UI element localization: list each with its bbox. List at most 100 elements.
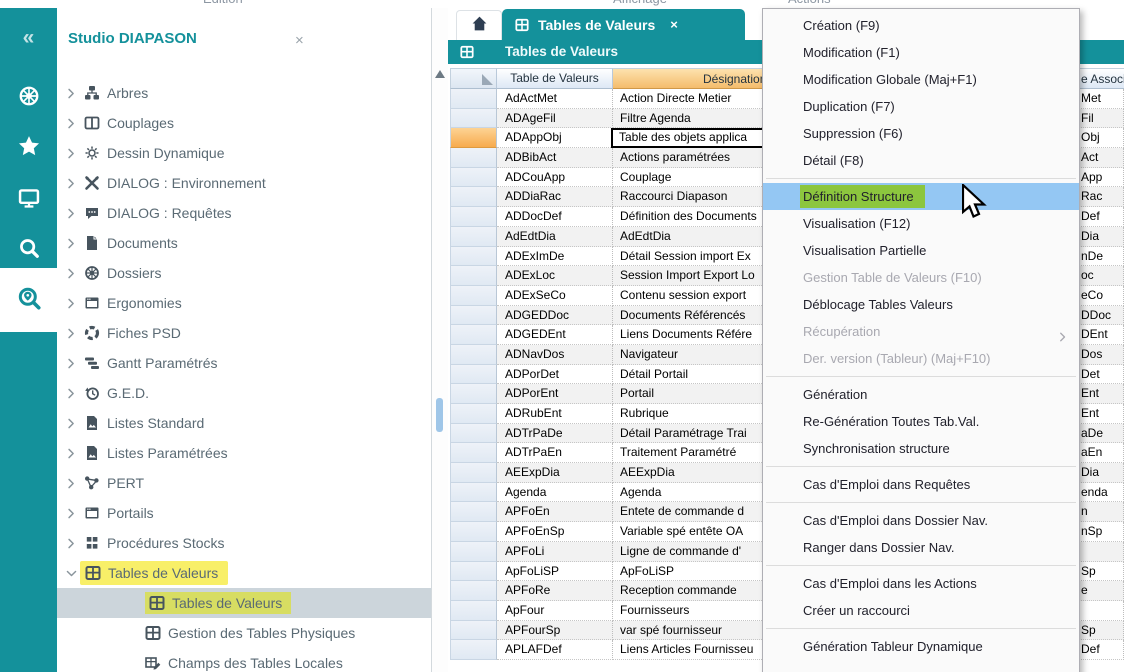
- row-selector[interactable]: [450, 109, 497, 129]
- cell-table-de-valeurs[interactable]: ApFour: [497, 601, 613, 621]
- row-selector[interactable]: [450, 404, 497, 424]
- row-selector[interactable]: [450, 266, 497, 286]
- chevron-right-icon[interactable]: [65, 237, 78, 250]
- menu-item-modification-f1-[interactable]: Modification (F1): [763, 39, 1079, 66]
- tree-item-portails[interactable]: Portails: [57, 498, 431, 528]
- menubar-item-actions[interactable]: Actions: [788, 0, 831, 6]
- row-selector[interactable]: [450, 306, 497, 326]
- cell-table-de-valeurs[interactable]: ADExLoc: [497, 266, 613, 286]
- cell-table-de-valeurs[interactable]: ADNavDos: [497, 345, 613, 365]
- menubar-item-edition[interactable]: Edition: [203, 0, 243, 6]
- chevron-right-icon[interactable]: [65, 87, 78, 100]
- tree-item-documents[interactable]: Documents: [57, 228, 431, 258]
- menu-item-cr-ation-f9-[interactable]: Création (F9): [763, 12, 1079, 39]
- menu-item-re-g-n-ration-toutes-tab-val-[interactable]: Re-Génération Toutes Tab.Val.: [763, 408, 1079, 435]
- menu-item-cas-d-emploi-dans-dossier-nav-[interactable]: Cas d'Emploi dans Dossier Nav.: [763, 507, 1079, 534]
- row-selector[interactable]: [450, 286, 497, 306]
- row-selector[interactable]: [450, 148, 497, 168]
- cell-table-de-valeurs[interactable]: ADGEDDoc: [497, 306, 613, 326]
- activity-active-tile[interactable]: [0, 268, 57, 332]
- row-selector[interactable]: [450, 463, 497, 483]
- row-selector[interactable]: [450, 424, 497, 444]
- tree-item-gantt-param-tr-s[interactable]: Gantt Paramétrés: [57, 348, 431, 378]
- tree-item-tables-de-valeurs[interactable]: Tables de Valeurs: [57, 588, 431, 618]
- chevron-right-icon[interactable]: [65, 267, 78, 280]
- chevron-right-icon[interactable]: [65, 387, 78, 400]
- cell-table-de-valeurs[interactable]: ADTrPaDe: [497, 424, 613, 444]
- menu-item-d-blocage-tables-valeurs[interactable]: Déblocage Tables Valeurs: [763, 291, 1079, 318]
- menu-item-ranger-dans-dossier-nav-[interactable]: Ranger dans Dossier Nav.: [763, 534, 1079, 561]
- cell-table-de-valeurs[interactable]: ADExImDe: [497, 247, 613, 267]
- cell-table-de-valeurs[interactable]: AEExpDia: [497, 463, 613, 483]
- row-selector[interactable]: [450, 522, 497, 542]
- menu-item-synchronisation-structure[interactable]: Synchronisation structure: [763, 435, 1079, 462]
- chevron-right-icon[interactable]: [65, 147, 78, 160]
- tree-item-tables-de-valeurs[interactable]: Tables de Valeurs: [57, 558, 431, 588]
- chevron-right-icon[interactable]: [65, 357, 78, 370]
- star-icon[interactable]: [0, 134, 57, 158]
- cell-table-de-valeurs[interactable]: APFoLi: [497, 542, 613, 562]
- row-selector[interactable]: [450, 443, 497, 463]
- cell-table-de-valeurs[interactable]: ADAppObj: [497, 128, 613, 148]
- search-icon[interactable]: [0, 236, 57, 260]
- row-selector[interactable]: [450, 483, 497, 503]
- cell-table-de-valeurs[interactable]: AdEdtDia: [497, 227, 613, 247]
- menubar-item-affichage[interactable]: Affichage: [613, 0, 667, 6]
- cell-table-de-valeurs[interactable]: Agenda: [497, 483, 613, 503]
- cell-table-de-valeurs[interactable]: ADDocDef: [497, 207, 613, 227]
- row-selector-selected[interactable]: [450, 128, 497, 148]
- column-header-table-de-valeurs[interactable]: Table de Valeurs: [497, 68, 613, 89]
- wheel-icon[interactable]: [0, 84, 57, 108]
- menu-item-visualisation-f12-[interactable]: Visualisation (F12): [763, 210, 1079, 237]
- row-selector[interactable]: [450, 168, 497, 188]
- chevron-right-icon[interactable]: [65, 447, 78, 460]
- cell-table-de-valeurs[interactable]: APFoEn: [497, 502, 613, 522]
- cell-table-de-valeurs[interactable]: ADCouApp: [497, 168, 613, 188]
- cell-table-de-valeurs[interactable]: ADGEDEnt: [497, 325, 613, 345]
- cell-table-de-valeurs[interactable]: ADDiaRac: [497, 187, 613, 207]
- select-all-header[interactable]: [450, 68, 497, 89]
- cell-table-de-valeurs[interactable]: APFourSp: [497, 621, 613, 641]
- tree-item-dossiers[interactable]: Dossiers: [57, 258, 431, 288]
- tree-item-listes-param-tr-es[interactable]: Listes Paramétrées: [57, 438, 431, 468]
- close-panel-button[interactable]: ×: [295, 32, 304, 49]
- cell-table-de-valeurs[interactable]: APLAFDef: [497, 640, 613, 660]
- cell-table-de-valeurs[interactable]: ADPorEnt: [497, 384, 613, 404]
- menu-item-modification-globale-maj-f1-[interactable]: Modification Globale (Maj+F1): [763, 66, 1079, 93]
- tab-home[interactable]: [456, 10, 502, 41]
- menu-item-cas-d-emploi-dans-les-actions[interactable]: Cas d'Emploi dans les Actions: [763, 570, 1079, 597]
- chevron-right-icon[interactable]: [65, 207, 78, 220]
- menu-item-cr-er-un-raccourci[interactable]: Créer un raccourci: [763, 597, 1079, 624]
- cell-table-de-valeurs[interactable]: ADAgeFil: [497, 109, 613, 129]
- monitor-icon[interactable]: [0, 186, 57, 210]
- cell-table-de-valeurs[interactable]: ADBibAct: [497, 148, 613, 168]
- row-selector[interactable]: [450, 325, 497, 345]
- menu-item-cas-d-emploi-dans-requ-tes[interactable]: Cas d'Emploi dans Requêtes: [763, 471, 1079, 498]
- tree-item-gestion-des-tables-physiques[interactable]: Gestion des Tables Physiques: [57, 618, 431, 648]
- menu-item-d-finition-structure[interactable]: Définition Structure: [763, 183, 1079, 210]
- tree-item-dessin-dynamique[interactable]: Dessin Dynamique: [57, 138, 431, 168]
- tree-item-fiches-psd[interactable]: Fiches PSD: [57, 318, 431, 348]
- tree-scrollbar[interactable]: [432, 8, 448, 672]
- menu-item-visualisation-partielle[interactable]: Visualisation Partielle: [763, 237, 1079, 264]
- menu-item-duplication-f7-[interactable]: Duplication (F7): [763, 93, 1079, 120]
- tree-item-listes-standard[interactable]: Listes Standard: [57, 408, 431, 438]
- menu-item-d-tail-f8-[interactable]: Détail (F8): [763, 147, 1079, 174]
- menu-item-g-n-ration[interactable]: Génération: [763, 381, 1079, 408]
- row-selector[interactable]: [450, 365, 497, 385]
- row-selector[interactable]: [450, 384, 497, 404]
- chevron-down-icon[interactable]: [65, 567, 78, 580]
- tree-item-couplages[interactable]: Couplages: [57, 108, 431, 138]
- menu-item-g-n-ration-tableur-dynamique[interactable]: Génération Tableur Dynamique: [763, 633, 1079, 660]
- chevron-right-icon[interactable]: [65, 507, 78, 520]
- cell-table-de-valeurs[interactable]: ADExSeCo: [497, 286, 613, 306]
- row-selector[interactable]: [450, 621, 497, 641]
- cell-table-de-valeurs[interactable]: APFoRe: [497, 581, 613, 601]
- chevron-right-icon[interactable]: [65, 477, 78, 490]
- menu-item-suppression-f6-[interactable]: Suppression (F6): [763, 120, 1079, 147]
- scrollbar-thumb[interactable]: [436, 398, 443, 432]
- tree-item-dialog-requ-tes[interactable]: DIALOG : Requêtes: [57, 198, 431, 228]
- chevron-right-icon[interactable]: [65, 117, 78, 130]
- cell-table-de-valeurs[interactable]: AdActMet: [497, 89, 613, 109]
- row-selector[interactable]: [450, 601, 497, 621]
